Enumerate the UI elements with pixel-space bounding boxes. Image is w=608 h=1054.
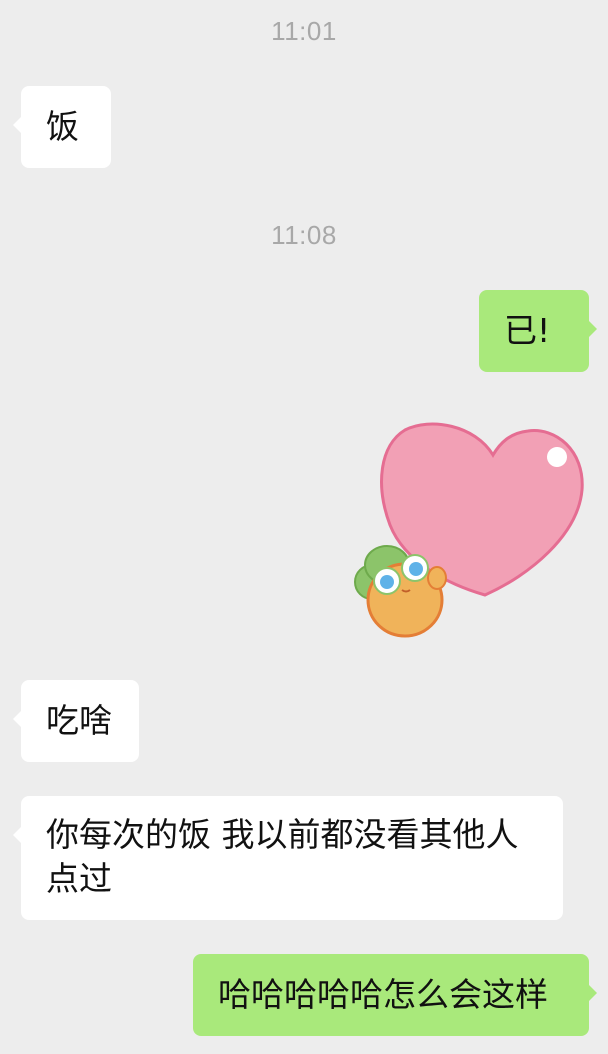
message-text: 哈哈哈哈哈怎么会这样: [218, 975, 548, 1014]
message-text: 你每次的饭 我以前都没看其他人点过: [46, 815, 519, 898]
heart-sticker-icon: [354, 422, 584, 638]
heart-sticker[interactable]: [350, 415, 590, 640]
message-bubble-outgoing[interactable]: 哈哈哈哈哈怎么会这样: [193, 954, 597, 1036]
message-bubble-incoming[interactable]: 吃啥: [13, 680, 139, 762]
pupil-icon: [409, 562, 423, 576]
pupil-icon: [380, 575, 394, 589]
character-hand-icon: [427, 566, 447, 590]
message-text: 吃啥: [46, 701, 112, 740]
message-text: 饭: [46, 107, 79, 146]
message-bubble-incoming[interactable]: 饭: [13, 86, 111, 168]
timestamp: 11:08: [271, 220, 337, 250]
message-text: 已!: [504, 311, 551, 350]
timestamp: 11:01: [271, 16, 337, 46]
message-bubble-incoming[interactable]: 你每次的饭 我以前都没看其他人点过: [13, 796, 563, 920]
message-bubble-outgoing[interactable]: 已!: [479, 290, 597, 372]
